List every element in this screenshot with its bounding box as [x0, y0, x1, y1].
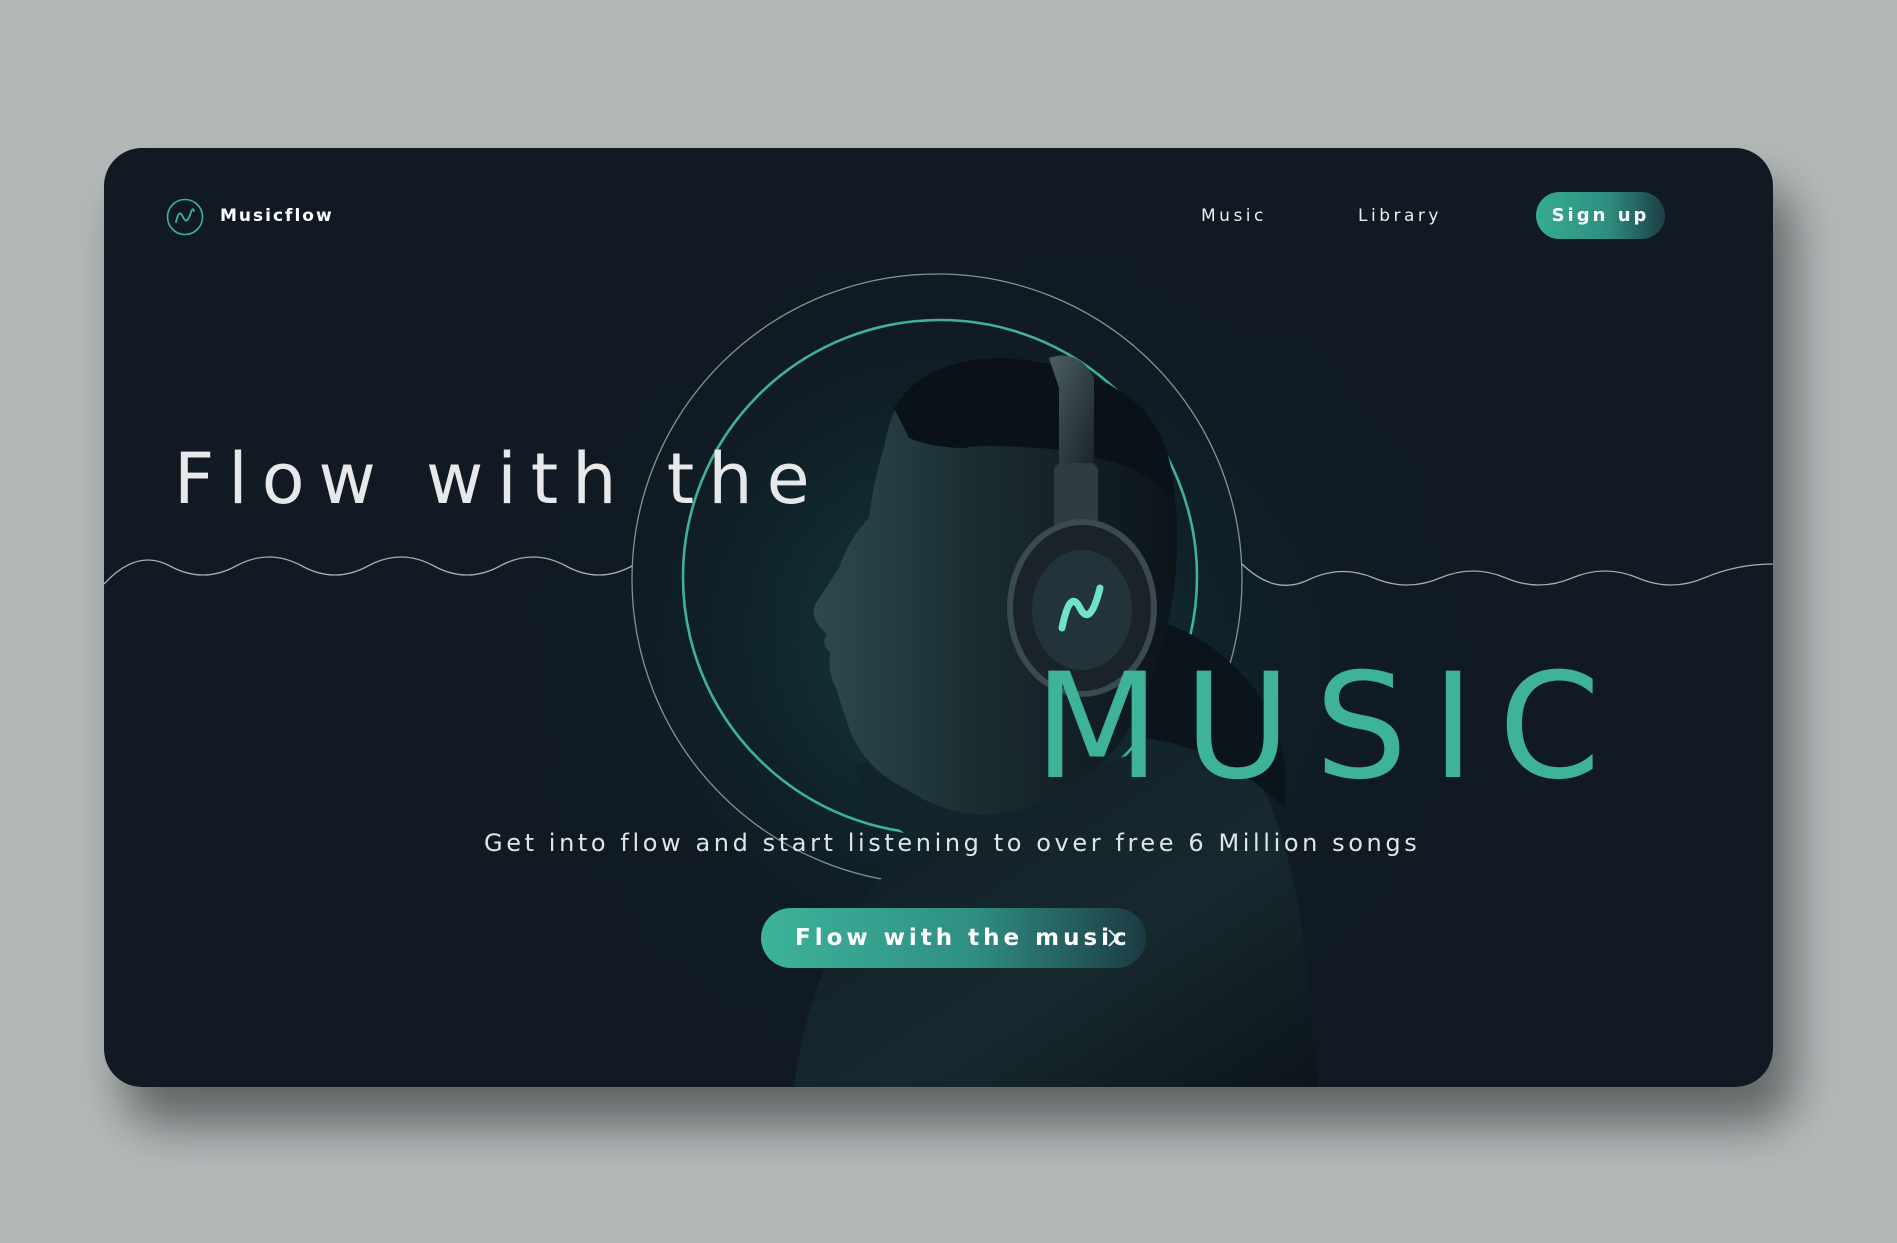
hero-highlight-word: MUSIC — [1034, 642, 1625, 812]
sign-up-button[interactable]: Sign up — [1536, 192, 1665, 239]
right-wave-line — [1241, 563, 1773, 586]
landing-page-card: Musicflow Music Library Sign up Flow wit… — [104, 148, 1773, 1087]
chevron-right-icon — [1108, 929, 1119, 947]
nav-link-library[interactable]: Library — [1358, 206, 1442, 226]
flow-with-music-button[interactable]: Flow with the music — [761, 908, 1146, 968]
brand-name[interactable]: Musicflow — [220, 206, 334, 226]
hero-headline: Flow with the — [174, 438, 824, 520]
cta-label: Flow with the music — [795, 925, 1131, 951]
sign-up-label: Sign up — [1551, 205, 1650, 226]
wave-logo-icon[interactable] — [166, 198, 204, 236]
left-wave-line — [104, 556, 633, 585]
nav-link-music[interactable]: Music — [1201, 206, 1267, 226]
hero-subtitle: Get into flow and start listening to ove… — [484, 829, 1421, 857]
